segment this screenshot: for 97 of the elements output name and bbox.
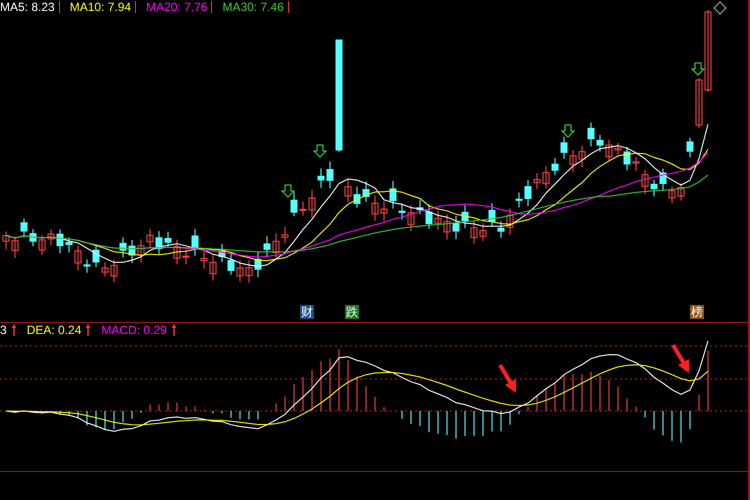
candlestick [218,243,226,263]
candlestick [156,230,162,254]
candlestick [552,157,558,176]
candlestick [182,248,190,265]
candlestick [12,236,18,259]
candlestick [606,139,612,162]
candlestick [524,179,532,207]
candlestick [246,260,252,284]
candlestick [92,244,100,268]
candlestick [380,200,388,222]
candlestick [678,182,684,202]
candlestick [452,216,460,240]
legend-value: MACD: 0.29 [101,323,167,337]
candlestick [642,169,648,195]
candlestick [56,228,64,254]
down-arrow-icon [560,124,576,138]
pointer-arrow-icon [498,364,516,393]
signal-badge: 财 [300,305,314,319]
up-arrow-icon [10,323,17,337]
legend-value: DEA: 0.24 [26,323,82,337]
candlestick [66,236,72,253]
candlestick [2,231,10,250]
candlestick [624,146,630,171]
candlestick [560,136,568,160]
candlestick [318,168,324,188]
legend-value: MA20: 7.76 [146,0,208,14]
legend-value: MA30: 7.46 [222,0,284,14]
candlestick [84,258,90,274]
candlestick [444,214,450,240]
candlestick [192,228,198,256]
candlestick [74,245,82,272]
candlestick [372,194,378,222]
candlestick [570,149,576,172]
candlestick [200,250,208,270]
pointer-arrow-icon [671,344,689,373]
legend-value: MA10: 7.94 [70,0,132,14]
candlestick [488,202,496,228]
candlestick [38,234,46,256]
candlestick [506,208,514,236]
candlestick [462,204,468,229]
candlestick [614,142,622,156]
candlestick [534,172,540,190]
down-arrow-icon [690,62,706,76]
candlestick [30,228,36,247]
candlestick [146,228,154,250]
candlestick [272,233,280,260]
candlestick [596,134,604,152]
candlestick [102,262,108,278]
candlestick [326,161,334,189]
candlestick [344,178,352,202]
candlestick [632,156,640,172]
diamond-icon [713,1,727,15]
candlestick [254,251,262,278]
up-arrow-icon [85,323,92,337]
candlestick [20,218,28,238]
candlestick [588,122,594,147]
candlestick [516,192,522,208]
candlestick [174,239,180,265]
candlestick [210,254,216,282]
candlestick [164,231,172,248]
candlestick [228,252,234,276]
signal-badge: 榜 [690,305,704,319]
candlestick [290,192,298,217]
candlestick [110,258,118,283]
legend-value: MA5: 8.23 [0,0,55,14]
candlestick [498,220,504,238]
candlestick [470,220,478,244]
candlestick [362,181,370,203]
candlestick [138,238,144,264]
candlestick [390,180,396,210]
candlestick [434,210,442,231]
candlestick [686,137,694,158]
candlestick [236,260,244,282]
candlestick [480,222,486,242]
candlestick [696,78,702,128]
down-arrow-icon [312,144,328,158]
candlestick [300,200,306,216]
down-arrow-icon [280,184,296,198]
candlestick [426,204,432,230]
candlestick [660,168,666,191]
candlestick [48,228,54,246]
candlestick [416,200,424,215]
signal-badge: 跌 [345,305,359,319]
candlestick [408,204,414,232]
candlestick [128,239,136,264]
candlestick [650,179,658,197]
candlestick [542,166,550,190]
candlestick [398,202,406,220]
candlestick [668,186,676,204]
candlestick [120,236,126,258]
up-arrow-icon [170,323,177,337]
candlestick [578,145,586,168]
legend-value: 3 [0,323,7,337]
candlestick [354,186,360,208]
candlestick [282,226,288,244]
candlestick [264,236,270,258]
candlestick [308,190,316,218]
